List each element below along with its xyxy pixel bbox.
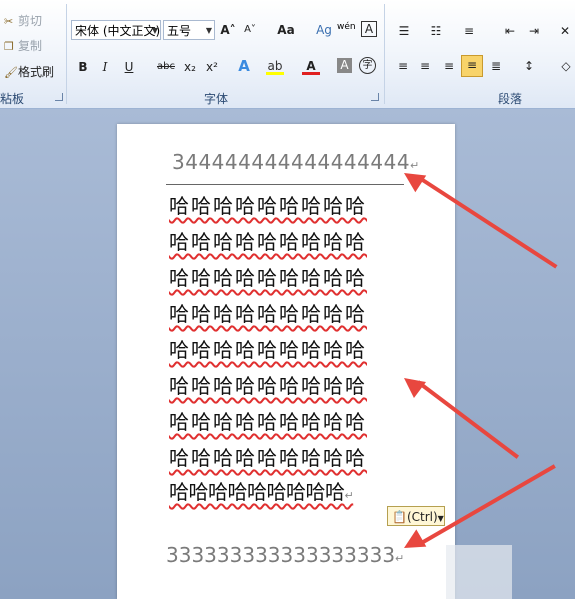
format-painter-button[interactable]: 🖌格式刷 [4, 63, 54, 81]
enclose-characters-button[interactable]: 字 [359, 57, 376, 74]
ha-line[interactable]: 哈哈哈哈哈哈哈哈哈 [169, 334, 367, 363]
paste-options-label: (Ctrl) [406, 510, 438, 524]
strikethrough-button[interactable]: abc [156, 58, 176, 76]
ha-line[interactable]: 哈哈哈哈哈哈哈哈哈 [169, 190, 367, 219]
chevron-down-icon: ▼ [437, 514, 444, 523]
italic-button[interactable]: I [96, 58, 114, 76]
clipboard-dialog-launcher-icon[interactable] [55, 93, 63, 101]
copy-label: 复制 [18, 39, 43, 53]
font-dialog-launcher-icon[interactable] [371, 93, 379, 101]
font-name-value: 宋体 (中文正文) [75, 24, 161, 38]
group-separator [384, 4, 385, 104]
change-case-button[interactable]: Aa [273, 21, 299, 39]
paragraph-group-label: 段落 [498, 92, 523, 106]
superscript-button[interactable]: x² [203, 58, 221, 76]
bullets-icon[interactable]: ☰ [395, 22, 413, 40]
ha-line[interactable]: 哈哈哈哈哈哈哈哈哈 [169, 442, 367, 471]
character-shading-button[interactable]: A [337, 58, 352, 73]
pinyin-guide-button[interactable]: wén [337, 18, 356, 36]
subscript-button[interactable]: x₂ [181, 58, 199, 76]
align-center-icon[interactable]: ≡ [416, 57, 434, 75]
justify-icon[interactable]: ≡ [461, 55, 483, 77]
chinese-layout-icon[interactable]: ✕ [556, 22, 574, 40]
ha-last-text: 哈哈哈哈哈哈哈哈哈 [169, 480, 345, 504]
paintbrush-icon: 🖌 [4, 66, 18, 79]
highlight-button[interactable]: ab [266, 57, 284, 75]
decrease-indent-icon[interactable]: ⇤ [501, 22, 519, 40]
line-344-text: 344444444444444444 [172, 150, 411, 174]
shading-icon[interactable]: ◇ [557, 57, 575, 75]
line-spacing-icon[interactable]: ↕ [520, 57, 538, 75]
text-effects-button[interactable]: A [235, 57, 253, 75]
grow-font-button[interactable]: A˄ [219, 21, 237, 39]
clipboard-group-label: 粘板 [0, 92, 25, 106]
character-border-button[interactable]: A [361, 21, 377, 37]
paragraph-mark-icon: ↵ [344, 489, 354, 502]
cut-button[interactable]: ✂ 剪切 [4, 12, 42, 30]
paste-options-button[interactable]: 📋(Ctrl)▼ [387, 506, 445, 526]
ribbon: ✂ 剪切 ❐ 复制 🖌格式刷 粘板 宋体 (中文正文) ▼ 五号 ▼ A˄ A˅ Aa … [0, 0, 575, 109]
ha-line[interactable]: 哈哈哈哈哈哈哈哈哈 [169, 370, 367, 399]
ha-line[interactable]: 哈哈哈哈哈哈哈哈哈 [169, 406, 367, 435]
distributed-icon[interactable]: ≣ [487, 57, 505, 75]
paragraph-mark-icon: ↵ [395, 552, 405, 565]
multilevel-list-icon[interactable]: ≡ [460, 22, 478, 40]
bold-button[interactable]: B [74, 58, 92, 76]
copy-icon: ❐ [4, 40, 14, 53]
horizontal-rule [166, 184, 404, 185]
shrink-font-button[interactable]: A˅ [241, 21, 259, 39]
scissors-icon: ✂ [4, 15, 14, 28]
line-333-text: 333333333333333333 [166, 543, 396, 567]
watermark-blur [446, 545, 512, 599]
clear-format-button[interactable]: Ag [315, 21, 333, 39]
font-size-value: 五号 [167, 24, 192, 38]
font-color-button[interactable]: A [302, 57, 320, 75]
document-line-333[interactable]: 333333333333333333↵ [166, 543, 404, 567]
font-group-label: 字体 [204, 92, 229, 106]
font-size-select[interactable]: 五号 ▼ [163, 20, 215, 40]
copy-button[interactable]: ❐ 复制 [4, 37, 42, 55]
group-separator [66, 4, 67, 104]
document-line-344[interactable]: 344444444444444444↵ [172, 150, 420, 174]
underline-button[interactable]: U [120, 58, 138, 76]
clipboard-icon: 📋 [392, 510, 407, 524]
ha-line[interactable]: 哈哈哈哈哈哈哈哈哈 [169, 226, 367, 255]
align-right-icon[interactable]: ≡ [440, 57, 458, 75]
ha-line-last[interactable]: 哈哈哈哈哈哈哈哈哈↵ [169, 476, 354, 505]
align-left-icon[interactable]: ≡ [394, 57, 412, 75]
format-painter-label: 格式刷 [18, 65, 55, 79]
increase-indent-icon[interactable]: ⇥ [525, 22, 543, 40]
cut-label: 剪切 [18, 14, 43, 28]
numbering-icon[interactable]: ☷ [427, 22, 445, 40]
chevron-down-icon: ▼ [151, 26, 158, 35]
ha-line[interactable]: 哈哈哈哈哈哈哈哈哈 [169, 298, 367, 327]
ha-line[interactable]: 哈哈哈哈哈哈哈哈哈 [169, 262, 367, 291]
font-name-select[interactable]: 宋体 (中文正文) ▼ [71, 20, 161, 40]
chevron-down-icon: ▼ [205, 26, 212, 35]
